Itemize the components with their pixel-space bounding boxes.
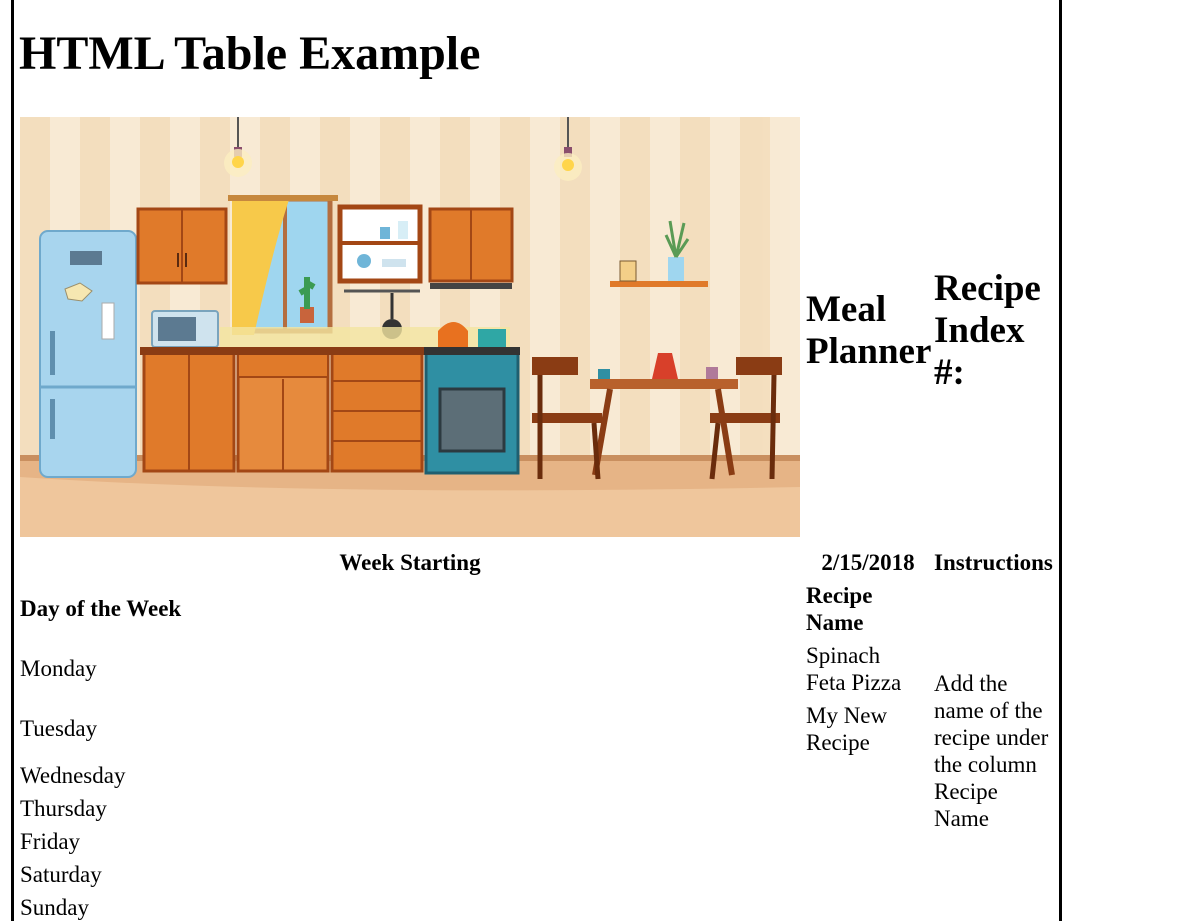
day-cell: Sunday [20, 895, 89, 920]
week-starting-label: Week Starting [339, 550, 481, 575]
day-cell: Monday [20, 656, 97, 681]
day-column-header: Day of the Week [20, 596, 182, 621]
day-cell: Friday [20, 829, 81, 854]
recipe-cell: My New Recipe [806, 703, 888, 755]
instructions-heading: Instructions [934, 550, 1053, 575]
recipe-index-heading: Recipe Index #: [934, 268, 1041, 393]
recipe-cell: Spinach Feta Pizza [806, 643, 902, 695]
page-title: HTML Table Example [19, 27, 481, 80]
week-start-date: 2/15/2018 [821, 550, 915, 575]
kitchen-illustration [20, 117, 800, 537]
day-cell: Wednesday [20, 763, 126, 788]
meal-planner-heading: Meal Planner [806, 289, 932, 372]
day-cell: Thursday [20, 796, 107, 821]
recipe-column-header: Recipe Name [806, 583, 873, 635]
instructions-text: Add the name of the recipe under the col… [934, 671, 1049, 831]
day-cell: Saturday [20, 862, 102, 887]
day-cell: Tuesday [20, 716, 98, 741]
